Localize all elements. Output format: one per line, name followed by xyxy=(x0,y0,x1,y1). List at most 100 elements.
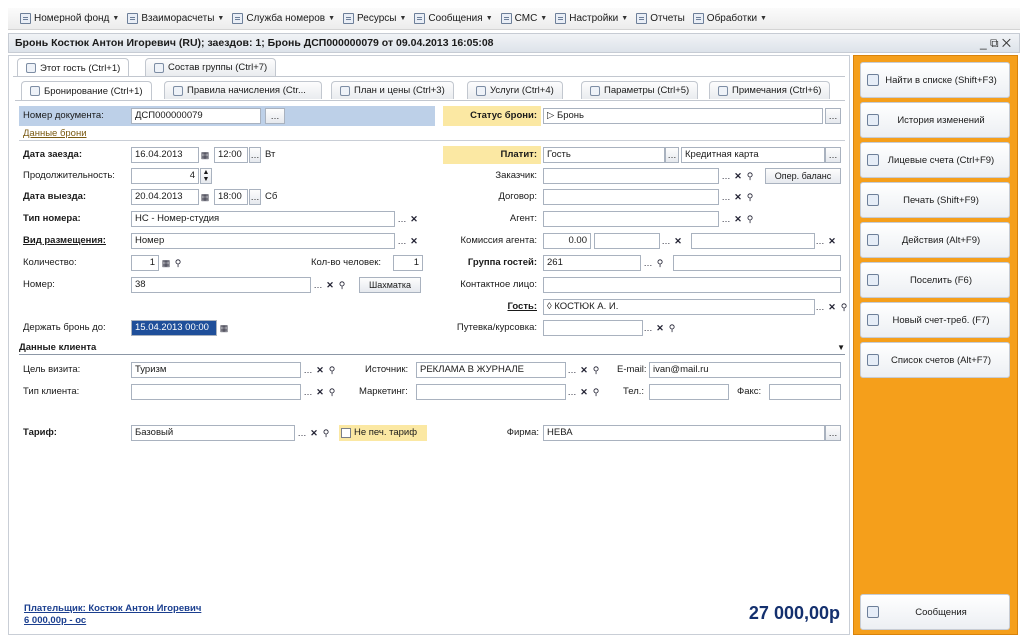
actions-menu-button[interactable]: Действия (Alt+F9) xyxy=(860,222,1010,258)
search-icon[interactable]: ⚲ xyxy=(321,425,331,441)
chess-view-button[interactable]: Шахматка xyxy=(359,277,421,293)
payer-summary-link[interactable]: Плательщик: Костюк Антон Игоревич 6 000,… xyxy=(24,603,201,627)
visit-purpose-actions[interactable]: … ✕ ⚲ xyxy=(303,362,337,378)
firm-field[interactable]: НЕВА xyxy=(543,425,825,441)
tab-parameters[interactable]: Параметры (Ctrl+5) xyxy=(581,81,699,99)
history-button[interactable]: История изменений xyxy=(860,102,1010,138)
checkout-time-select[interactable]: … xyxy=(249,189,261,205)
hold-until-field[interactable]: 15.04.2013 00:00 xyxy=(131,320,217,336)
room-actions[interactable]: … ✕ ⚲ xyxy=(313,277,347,293)
checkin-date-field[interactable]: 16.04.2013 xyxy=(131,147,199,163)
doc-number-pick-icon[interactable]: … xyxy=(265,108,285,124)
clear-icon[interactable]: ✕ xyxy=(733,211,743,227)
checkout-date-field[interactable]: 20.04.2013 xyxy=(131,189,199,205)
doc-number-field[interactable]: ДСП000000079 xyxy=(131,108,261,124)
clear-icon[interactable]: ✕ xyxy=(409,211,419,227)
select-icon[interactable]: … xyxy=(721,211,731,227)
check-in-button[interactable]: Поселить (F6) xyxy=(860,262,1010,298)
tab-plan-prices[interactable]: План и цены (Ctrl+3) xyxy=(331,81,454,99)
menu-item-resources[interactable]: Ресурсы ▼ xyxy=(339,10,410,28)
no-print-tariff-checkbox[interactable]: Не печ. тариф xyxy=(339,425,427,441)
quantity-actions[interactable]: ▦ ⚲ xyxy=(161,255,183,271)
messages-button[interactable]: Сообщения xyxy=(860,594,1010,630)
pay-method-select[interactable]: … xyxy=(825,147,841,163)
search-icon[interactable]: ⚲ xyxy=(327,384,337,400)
search-icon[interactable]: ⚲ xyxy=(745,168,755,184)
clear-icon[interactable]: ✕ xyxy=(315,362,325,378)
search-icon[interactable]: ⚲ xyxy=(173,255,183,271)
print-button[interactable]: Печать (Shift+F9) xyxy=(860,182,1010,218)
duration-stepper[interactable]: ▲ ▼ xyxy=(200,168,212,184)
select-icon[interactable]: … xyxy=(815,233,825,249)
client-type-field[interactable] xyxy=(131,384,301,400)
search-icon[interactable]: ⚲ xyxy=(745,189,755,205)
chevron-down-icon[interactable]: ▼ xyxy=(837,341,845,354)
clear-icon[interactable]: ✕ xyxy=(733,168,743,184)
firm-select[interactable]: … xyxy=(825,425,841,441)
accounts-button[interactable]: Лицевые счета (Ctrl+F9) xyxy=(860,142,1010,178)
fax-field[interactable] xyxy=(769,384,841,400)
menu-item-processing[interactable]: Обработки ▼ xyxy=(689,10,771,28)
clear-icon[interactable]: ✕ xyxy=(315,384,325,400)
source-actions[interactable]: … ✕ ⚲ xyxy=(567,362,601,378)
guest-actions[interactable]: … ✕ ⚲ xyxy=(815,299,849,315)
new-invoice-button[interactable]: Новый счет-треб. (F7) xyxy=(860,302,1010,338)
commission-currency-actions[interactable]: … ✕ xyxy=(661,233,683,249)
select-icon[interactable]: … xyxy=(313,277,323,293)
voucher-actions[interactable]: … ✕ ⚲ xyxy=(643,320,677,336)
persons-field[interactable]: 1 xyxy=(393,255,423,271)
calculator-icon[interactable]: ▦ xyxy=(161,255,171,271)
menu-item-messages[interactable]: Сообщения ▼ xyxy=(410,10,496,28)
checkbox-icon[interactable] xyxy=(341,428,351,438)
agent-field[interactable] xyxy=(543,211,719,227)
checkin-time-select[interactable]: … xyxy=(249,147,261,163)
select-icon[interactable]: … xyxy=(397,233,407,249)
tab-booking[interactable]: Бронирование (Ctrl+1) xyxy=(21,81,152,100)
source-field[interactable]: РЕКЛАМА В ЖУРНАЛЕ xyxy=(416,362,566,378)
commission-currency-field[interactable] xyxy=(594,233,660,249)
search-icon[interactable]: ⚲ xyxy=(591,384,601,400)
select-icon[interactable]: … xyxy=(303,362,313,378)
duration-field[interactable]: 4 xyxy=(131,168,199,184)
window-controls[interactable]: _ ⧉ ✕ xyxy=(980,36,1019,51)
room-type-actions[interactable]: … ✕ xyxy=(397,211,419,227)
select-icon[interactable]: … xyxy=(721,168,731,184)
email-field[interactable]: ivan@mail.ru xyxy=(649,362,841,378)
tab-this-guest[interactable]: Этот гость (Ctrl+1) xyxy=(17,58,130,77)
clear-icon[interactable]: ✕ xyxy=(673,233,683,249)
clear-icon[interactable]: ✕ xyxy=(309,425,319,441)
customer-field[interactable] xyxy=(543,168,719,184)
clear-icon[interactable]: ✕ xyxy=(827,233,837,249)
search-icon[interactable]: ⚲ xyxy=(327,362,337,378)
contract-actions[interactable]: … ✕ ⚲ xyxy=(721,189,755,205)
commission-type-actions[interactable]: … ✕ xyxy=(815,233,837,249)
voucher-field[interactable] xyxy=(543,320,643,336)
menu-item-rooms[interactable]: Номерной фонд ▼ xyxy=(16,10,123,28)
menu-item-settings[interactable]: Настройки ▼ xyxy=(551,10,632,28)
agent-actions[interactable]: … ✕ ⚲ xyxy=(721,211,755,227)
accommodation-actions[interactable]: … ✕ xyxy=(397,233,419,249)
checkin-time-field[interactable]: 12:00 xyxy=(214,147,248,163)
select-icon[interactable]: … xyxy=(397,211,407,227)
marketing-actions[interactable]: … ✕ ⚲ xyxy=(567,384,601,400)
menu-item-housekeeping[interactable]: Служба номеров ▼ xyxy=(228,10,339,28)
clear-icon[interactable]: ✕ xyxy=(733,189,743,205)
tab-services[interactable]: Услуги (Ctrl+4) xyxy=(467,81,563,99)
pay-method-field[interactable]: Кредитная карта xyxy=(681,147,825,163)
select-icon[interactable]: … xyxy=(567,384,577,400)
room-type-field[interactable]: НС - Номер-студия xyxy=(131,211,395,227)
contract-field[interactable] xyxy=(543,189,719,205)
invoice-list-button[interactable]: Список счетов (Alt+F7) xyxy=(860,342,1010,378)
clear-icon[interactable]: ✕ xyxy=(409,233,419,249)
commission-field[interactable]: 0.00 xyxy=(543,233,591,249)
menu-item-settlements[interactable]: Взаиморасчеты ▼ xyxy=(123,10,228,28)
search-icon[interactable]: ⚲ xyxy=(667,320,677,336)
calendar-icon[interactable]: ▦ xyxy=(200,147,210,163)
guest-group-field[interactable]: 261 xyxy=(543,255,641,271)
search-icon[interactable]: ⚲ xyxy=(839,299,849,315)
guest-group-description-field[interactable] xyxy=(673,255,841,271)
visit-purpose-field[interactable]: Туризм xyxy=(131,362,301,378)
clear-icon[interactable]: ✕ xyxy=(827,299,837,315)
search-icon[interactable]: ⚲ xyxy=(745,211,755,227)
tab-group[interactable]: Состав группы (Ctrl+7) xyxy=(145,58,277,76)
